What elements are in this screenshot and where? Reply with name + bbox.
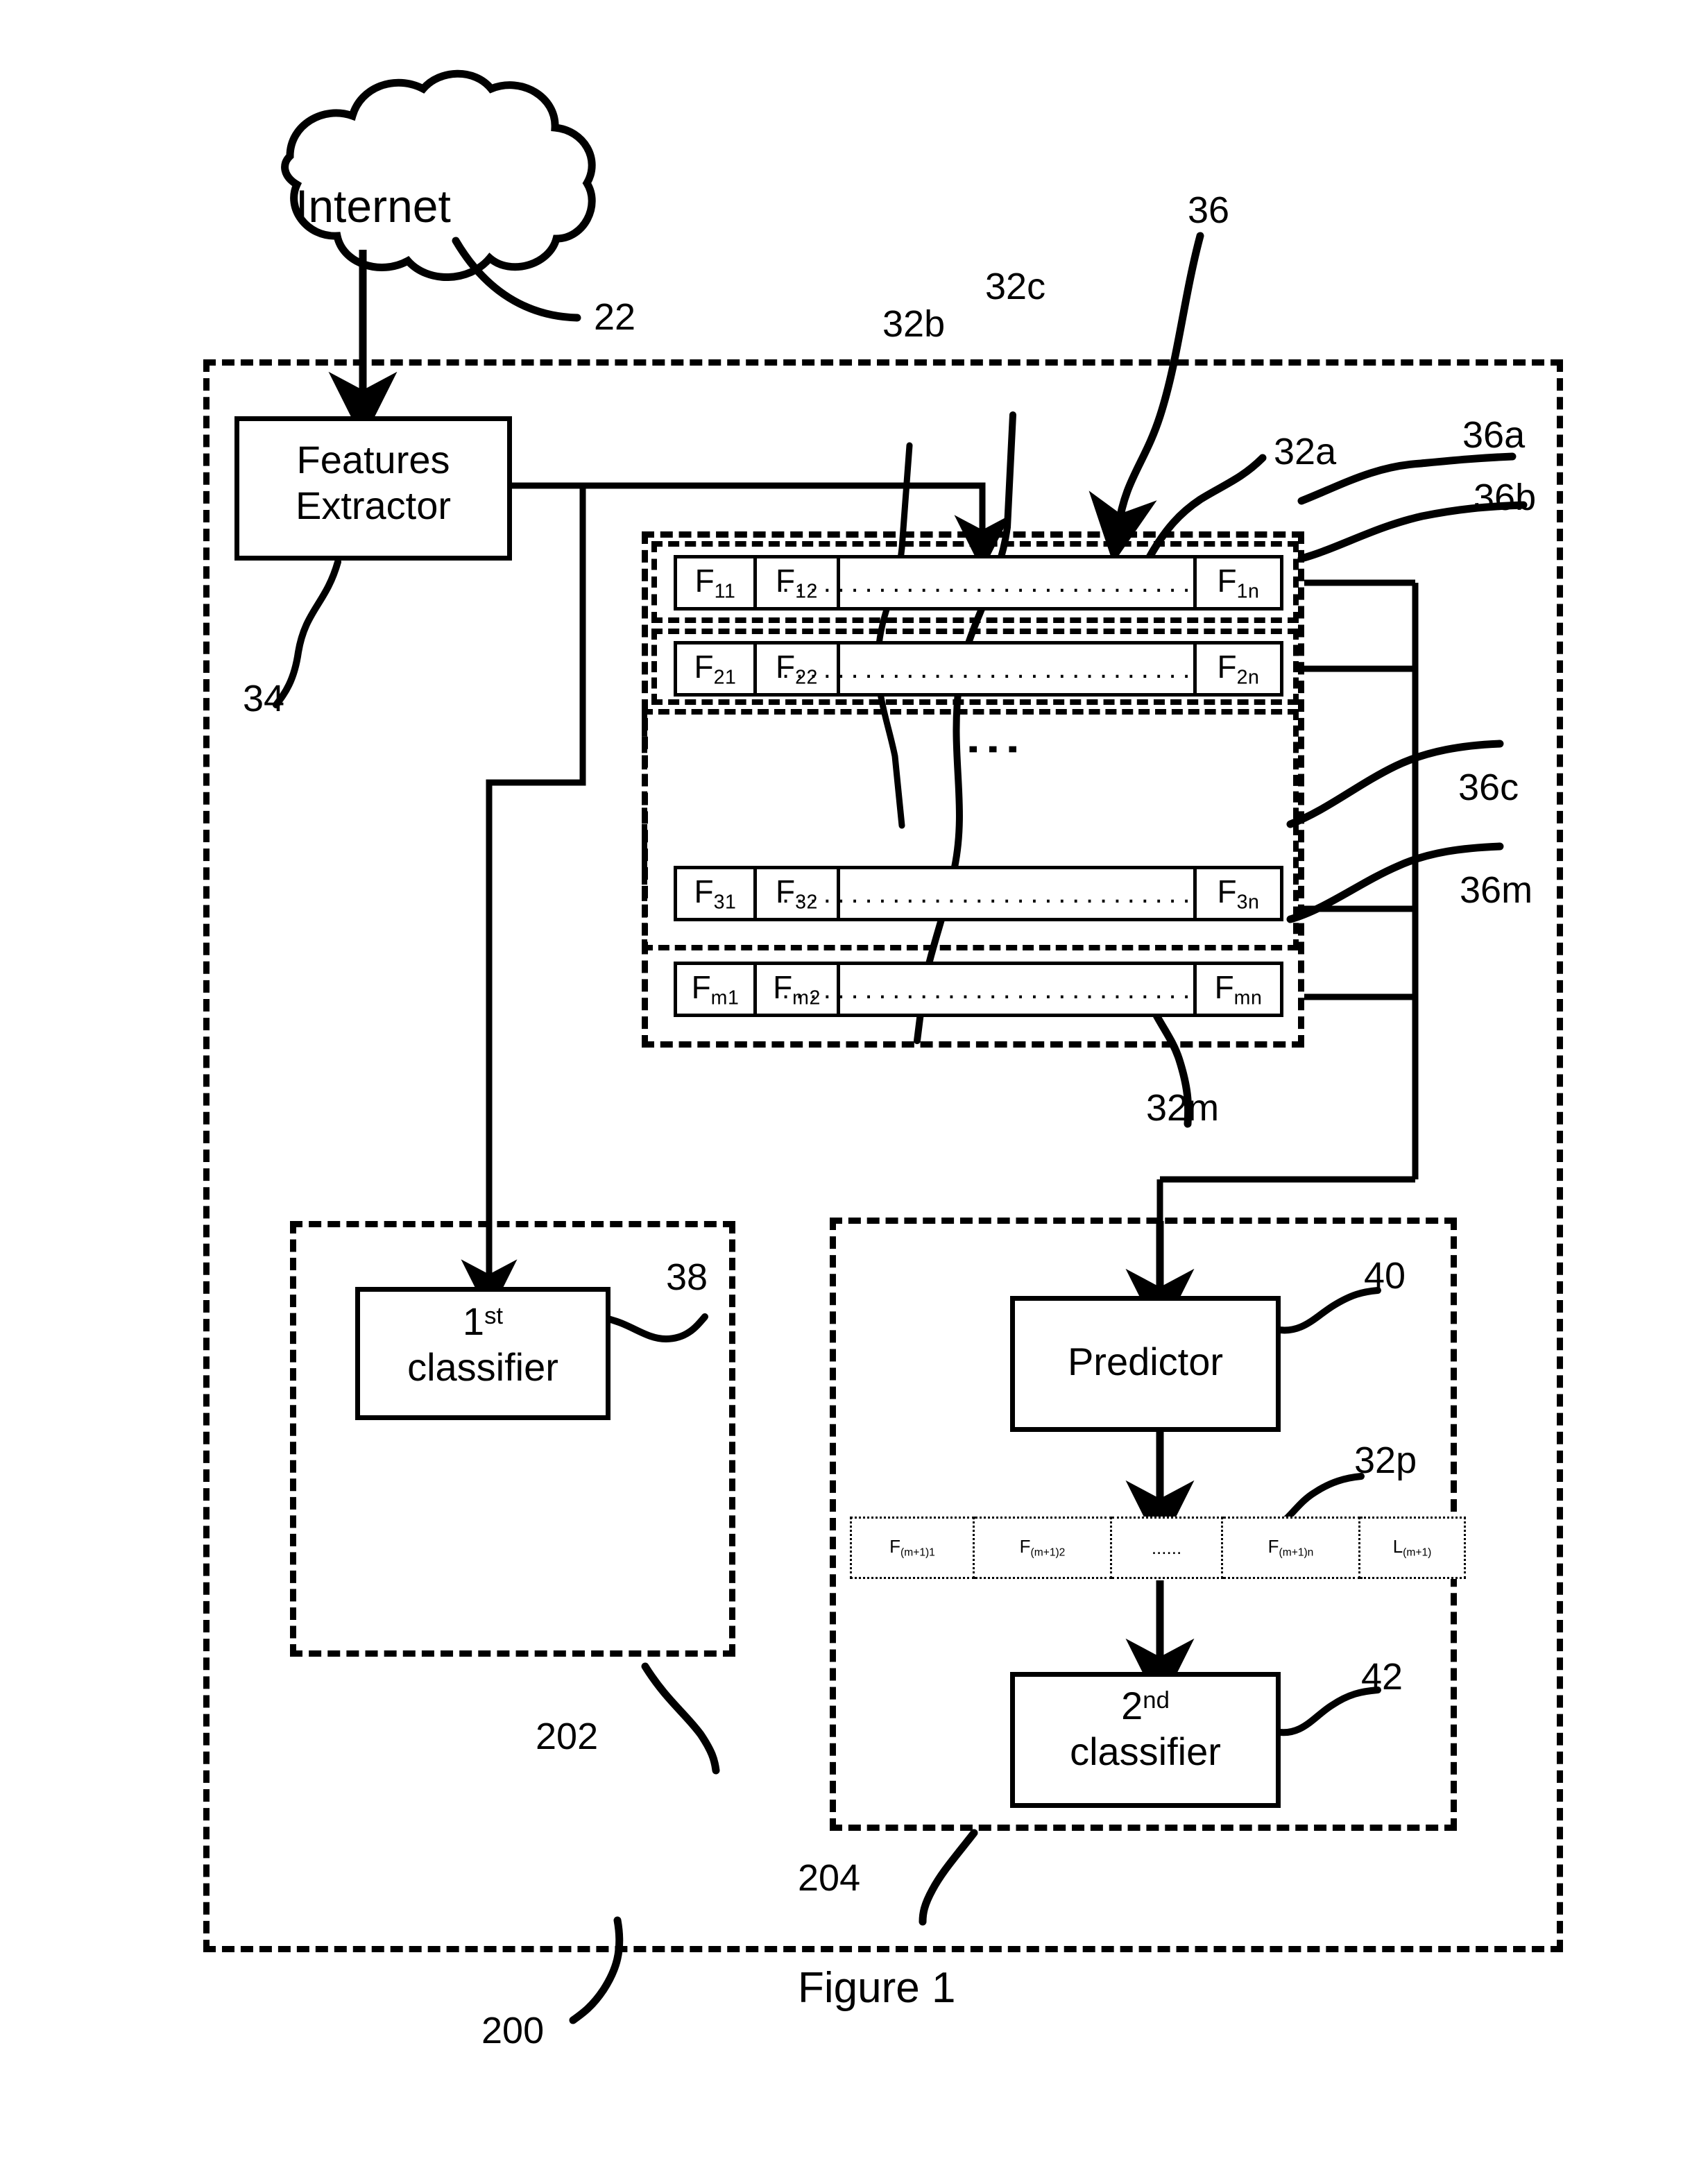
second-classifier-ordinal: 2 — [1121, 1684, 1143, 1727]
ref-38: 38 — [666, 1256, 708, 1298]
matrix-ellipsis-text: .................................. — [781, 973, 1252, 1005]
ref-36b: 36b — [1474, 477, 1537, 518]
first-classifier-ordinal-suffix: st — [484, 1303, 504, 1330]
prediction-cell: F(m+1)1 — [850, 1517, 975, 1579]
pcell-sub: (m+1) — [1403, 1546, 1432, 1559]
cell-base: F — [694, 649, 714, 685]
first-classifier-ordinal: 1 — [462, 1299, 485, 1343]
cell-base: F — [1217, 873, 1237, 910]
ref-202: 202 — [536, 1716, 599, 1757]
cell-sub: 1n — [1236, 580, 1260, 603]
cell-sub: 11 — [714, 580, 736, 603]
matrix-cell-ellipsis: .................................. — [782, 962, 1245, 1017]
ref-32c: 32c — [985, 266, 1046, 307]
ref-204: 204 — [798, 1857, 861, 1899]
pcell-base: F — [1267, 1536, 1279, 1557]
cell-base: F — [694, 873, 714, 910]
cell-sub: mn — [1233, 987, 1263, 1009]
cell-sub: 31 — [713, 891, 737, 914]
prediction-cell-ellipsis: ...... — [1112, 1517, 1223, 1579]
cell-base: F — [1217, 649, 1237, 685]
ref-22: 22 — [594, 296, 636, 338]
predictor-label: Predictor — [1010, 1339, 1281, 1385]
first-classifier-name: classifier — [407, 1345, 558, 1390]
ref-36: 36 — [1188, 189, 1230, 231]
figure-canvas: Internet Features Extractor 1st classifi… — [0, 0, 1708, 2177]
second-classifier-ordinal-line: 2nd — [1010, 1683, 1281, 1729]
predictor-name: Predictor — [1067, 1340, 1224, 1383]
matrix-ellipsis-text: .................................. — [781, 567, 1252, 598]
cloud-label-text: Internet — [296, 180, 451, 232]
ref-32p: 32p — [1354, 1440, 1417, 1481]
cell-base: F — [691, 969, 711, 1006]
first-classifier-ordinal-line: 1st — [355, 1299, 610, 1344]
cell-sub: m1 — [710, 987, 740, 1009]
matrix-cell: F2n — [1197, 641, 1283, 697]
cell-sub: 21 — [713, 666, 737, 689]
prediction-cell: F(m+1)n — [1223, 1517, 1360, 1579]
ref-36c: 36c — [1458, 767, 1519, 808]
features-extractor-label-line2: Extractor — [295, 484, 452, 528]
matrix-cell: F21 — [674, 641, 757, 697]
matrix-cell-ellipsis: .................................. — [782, 866, 1245, 921]
pcell-base: L — [1392, 1536, 1403, 1557]
ref-42: 42 — [1361, 1656, 1403, 1698]
pcell-base: F — [889, 1536, 901, 1557]
cell-base: F — [1214, 969, 1234, 1006]
pcell-base: F — [1019, 1536, 1031, 1557]
ref-32m: 32m — [1146, 1087, 1220, 1129]
pcell-sub: (m+1)2 — [1030, 1546, 1066, 1559]
prediction-cell: F(m+1)2 — [975, 1517, 1112, 1579]
matrix-vertical-ellipsis: ⋮ — [962, 720, 1027, 778]
ref-32b: 32b — [882, 303, 946, 345]
matrix-cell-ellipsis: .................................. — [782, 555, 1245, 611]
second-classifier-label: 2nd classifier — [1010, 1683, 1281, 1775]
matrix-cell: F1n — [1197, 555, 1283, 611]
cell-sub: 2n — [1236, 666, 1260, 689]
prediction-cell: L(m+1) — [1360, 1517, 1466, 1579]
ref-40: 40 — [1364, 1255, 1406, 1297]
cell-base: F — [694, 563, 715, 599]
pcell-base: ...... — [1151, 1537, 1182, 1558]
matrix-cell: Fmn — [1197, 962, 1283, 1017]
first-classifier-label: 1st classifier — [355, 1299, 610, 1390]
matrix-ellipsis-text: .................................. — [781, 878, 1252, 909]
features-extractor-label: Features Extractor — [234, 437, 512, 529]
second-classifier-ordinal-suffix: nd — [1143, 1687, 1170, 1714]
cell-sub: 3n — [1236, 891, 1260, 914]
second-classifier-name: classifier — [1070, 1730, 1221, 1774]
ref-32a: 32a — [1274, 431, 1337, 472]
ref-36a: 36a — [1462, 414, 1526, 456]
matrix-cell: F11 — [674, 555, 757, 611]
leader-22 — [452, 237, 581, 322]
ref-36m: 36m — [1460, 869, 1533, 911]
matrix-cell: F31 — [674, 866, 757, 921]
features-extractor-label-line1: Features — [296, 438, 450, 481]
pcell-sub: (m+1)1 — [900, 1546, 935, 1559]
cell-base: F — [1217, 563, 1237, 599]
ref-200: 200 — [481, 2010, 545, 2051]
pcell-sub: (m+1)n — [1279, 1546, 1314, 1559]
matrix-cell: Fm1 — [674, 962, 757, 1017]
internet-cloud-icon — [281, 69, 596, 281]
matrix-cell-ellipsis: .................................. — [782, 641, 1245, 697]
matrix-cell: F3n — [1197, 866, 1283, 921]
vertical-ellipsis-glyph: ⋮ — [962, 720, 1027, 778]
figure-caption: Figure 1 — [798, 1964, 956, 2012]
matrix-ellipsis-text: .................................. — [781, 653, 1252, 684]
ref-34: 34 — [243, 678, 285, 719]
